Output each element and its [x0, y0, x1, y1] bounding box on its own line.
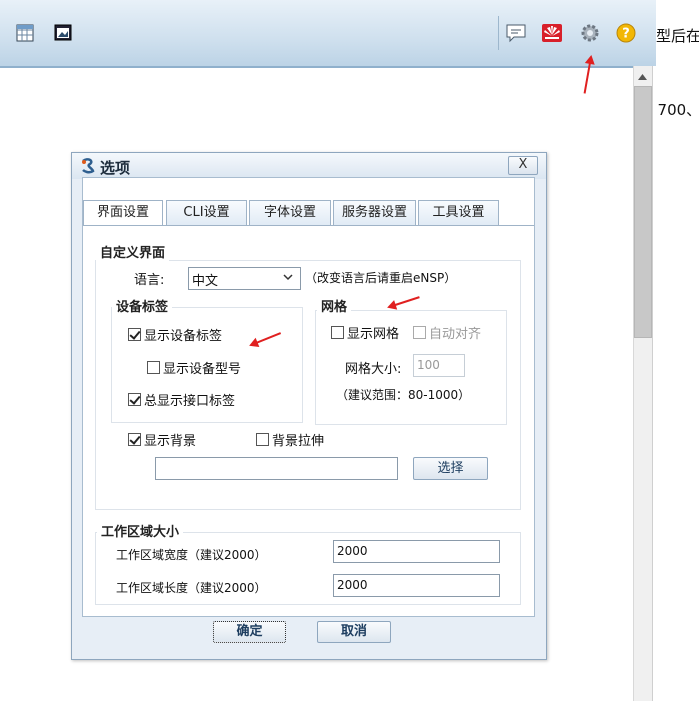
language-label: 语言: — [134, 273, 165, 288]
grid-size-input[interactable]: 100 — [413, 354, 465, 377]
dialog-title: 选项 — [100, 159, 131, 177]
tab-interface[interactable]: 界面设置 — [83, 200, 163, 226]
show-device-label-checkbox[interactable]: 显示设备标签 — [128, 325, 222, 344]
show-device-label-text: 显示设备标签 — [144, 329, 223, 344]
workspace-width-label: 工作区域宽度（建议2000） — [116, 548, 267, 562]
checkbox-checked-icon — [128, 393, 141, 406]
chevron-down-icon — [282, 270, 294, 287]
grid-size-label: 网格大小: — [345, 362, 402, 377]
table-icon[interactable] — [12, 20, 38, 46]
tab-cli[interactable]: CLI设置 — [166, 200, 247, 225]
select-button[interactable]: 选择 — [413, 457, 488, 480]
workspace-width-input[interactable]: 2000 — [333, 540, 500, 563]
scrollbar-thumb[interactable] — [634, 86, 652, 338]
ensp-logo-icon — [80, 158, 96, 177]
dialog-body: 界面设置 CLI设置 字体设置 服务器设置 工具设置 自定义界面 语言: 中文 … — [82, 177, 535, 617]
grid-range-hint: （建议范围：80-1000） — [336, 388, 471, 402]
show-device-model-text: 显示设备型号 — [163, 362, 242, 377]
dialog-titlebar[interactable]: 选项 X — [72, 153, 546, 179]
annotation-arrow — [583, 56, 592, 94]
screen-icon[interactable] — [50, 20, 76, 46]
cancel-button[interactable]: 取消 — [317, 621, 391, 643]
auto-align-checkbox[interactable]: 自动对齐 — [413, 323, 481, 342]
checkbox-checked-icon — [128, 328, 141, 341]
show-background-text: 显示背景 — [144, 434, 197, 449]
auto-align-text: 自动对齐 — [429, 327, 482, 342]
language-hint: （改变语言后请重启eNSP） — [305, 271, 457, 285]
show-grid-checkbox[interactable]: 显示网格 — [331, 323, 399, 342]
background-path-input[interactable] — [155, 457, 398, 480]
svg-text:?: ? — [622, 27, 630, 42]
workspace-title: 工作区域大小 — [97, 521, 184, 540]
scroll-up-arrow-icon[interactable] — [633, 68, 652, 86]
message-icon[interactable] — [503, 20, 529, 46]
tab-strip-line — [83, 225, 534, 226]
language-select[interactable]: 中文 — [188, 267, 301, 290]
stretch-background-checkbox[interactable]: 背景拉伸 — [256, 430, 324, 449]
checkbox-checked-icon — [128, 433, 141, 446]
ok-button[interactable]: 确定 — [213, 621, 286, 643]
background-text-line1: 型后在 — [656, 27, 699, 45]
options-dialog: 选项 X 界面设置 CLI设置 字体设置 服务器设置 工具设置 自定义界面 语言… — [71, 152, 547, 660]
checkbox-unchecked-icon — [331, 326, 344, 339]
device-label-title: 设备标签 — [112, 296, 173, 315]
show-background-checkbox[interactable]: 显示背景 — [128, 430, 196, 449]
huawei-logo-icon[interactable] — [539, 20, 565, 46]
workspace-length-label: 工作区域长度（建议2000） — [116, 581, 267, 595]
toolbar-separator — [498, 16, 499, 50]
pane-edge — [652, 66, 657, 701]
tab-tools[interactable]: 工具设置 — [418, 200, 499, 225]
close-button[interactable]: X — [508, 156, 538, 175]
language-select-value: 中文 — [192, 274, 219, 289]
always-show-interface-label-checkbox[interactable]: 总显示接口标签 — [128, 390, 235, 409]
stretch-background-text: 背景拉伸 — [272, 434, 325, 449]
grid-title: 网格 — [317, 296, 352, 315]
tab-server[interactable]: 服务器设置 — [333, 200, 416, 225]
tab-font[interactable]: 字体设置 — [249, 200, 331, 225]
gear-icon[interactable] — [577, 20, 603, 46]
always-show-interface-label-text: 总显示接口标签 — [144, 394, 236, 409]
main-toolbar: ? — [0, 0, 656, 68]
workspace-length-input[interactable]: 2000 — [333, 574, 500, 597]
show-device-model-checkbox[interactable]: 显示设备型号 — [147, 358, 241, 377]
custom-ui-title: 自定义界面 — [96, 242, 170, 261]
checkbox-disabled-icon — [413, 326, 426, 339]
help-icon[interactable]: ? — [613, 20, 639, 46]
checkbox-unchecked-icon — [256, 433, 269, 446]
show-grid-text: 显示网格 — [347, 327, 400, 342]
checkbox-unchecked-icon — [147, 361, 160, 374]
